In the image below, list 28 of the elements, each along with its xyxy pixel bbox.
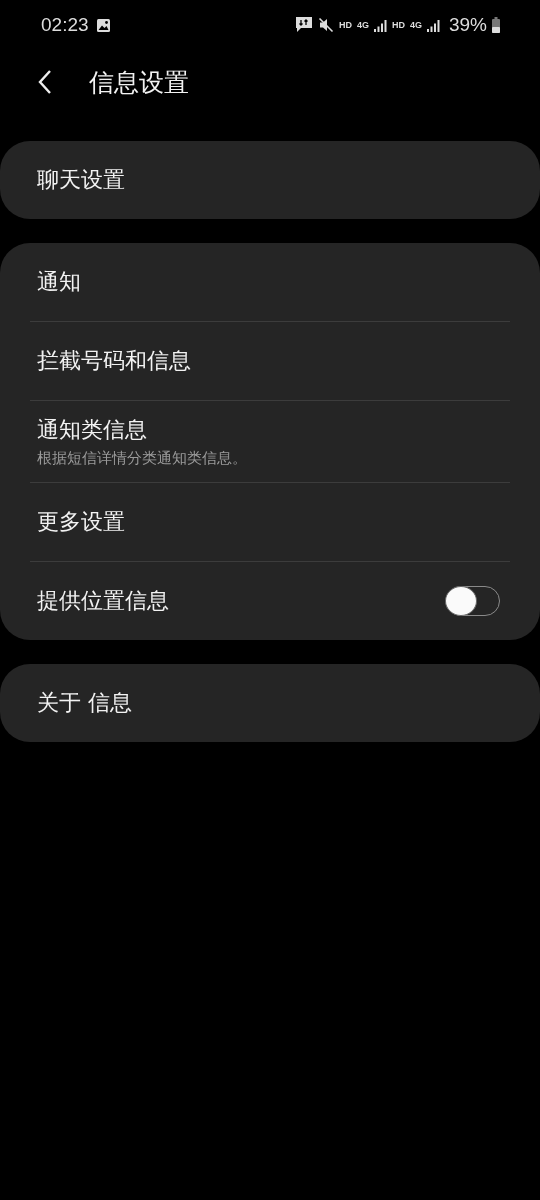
settings-item[interactable]: 更多设置 bbox=[30, 483, 510, 561]
clock-time: 02:23 bbox=[41, 14, 89, 36]
settings-item[interactable]: 关于 信息 bbox=[30, 664, 510, 742]
item-title: 关于 信息 bbox=[37, 689, 132, 717]
network-label: 4G bbox=[409, 20, 422, 30]
battery-percent: 39% bbox=[448, 14, 487, 36]
item-title: 提供位置信息 bbox=[37, 587, 169, 615]
network-label: HD bbox=[391, 20, 405, 30]
settings-item[interactable]: 聊天设置 bbox=[30, 141, 510, 219]
message-icon bbox=[294, 16, 313, 34]
network-label: 4G bbox=[356, 20, 369, 30]
item-title: 通知类信息 bbox=[37, 416, 148, 444]
item-title: 拦截号码和信息 bbox=[37, 347, 191, 375]
item-title: 聊天设置 bbox=[37, 166, 125, 194]
settings-item[interactable]: 拦截号码和信息 bbox=[30, 322, 510, 400]
page-title: 信息设置 bbox=[89, 66, 189, 99]
signal-icon bbox=[373, 18, 387, 32]
battery-icon bbox=[492, 17, 500, 33]
settings-item[interactable]: 提供位置信息 bbox=[30, 562, 510, 640]
settings-item[interactable]: 通知 bbox=[30, 243, 510, 321]
mute-icon bbox=[317, 17, 334, 33]
image-icon bbox=[95, 17, 111, 33]
item-description: 根据短信详情分类通知类信息。 bbox=[37, 449, 247, 468]
network-label: HD bbox=[338, 20, 352, 30]
settings-item[interactable]: 通知类信息 根据短信详情分类通知类信息。 bbox=[30, 401, 510, 482]
item-title: 更多设置 bbox=[37, 508, 125, 536]
item-title: 通知 bbox=[37, 268, 81, 296]
signal-icon bbox=[426, 18, 440, 32]
